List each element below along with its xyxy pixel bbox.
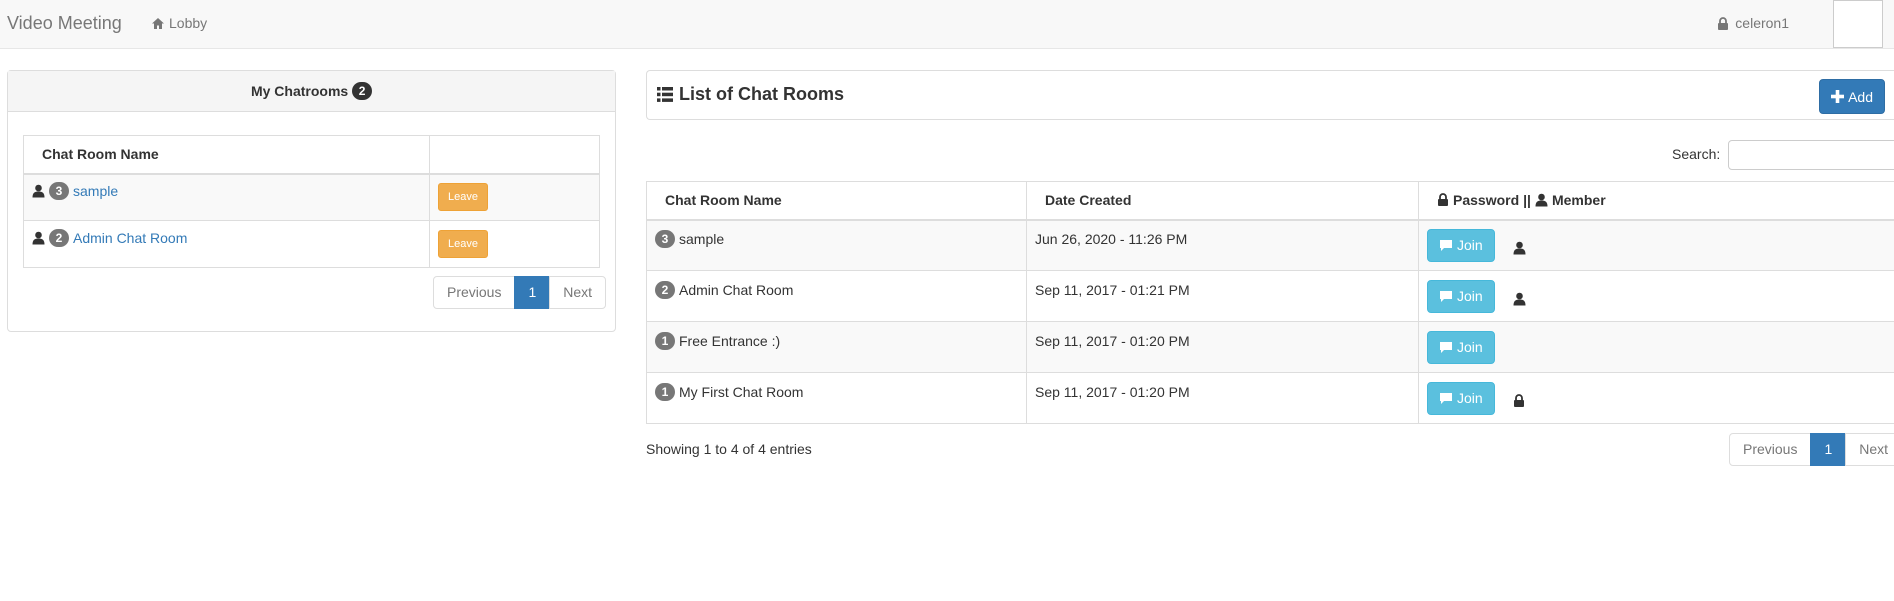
room-name: Admin Chat Room	[679, 282, 794, 298]
nav-user-link[interactable]: celeron1	[1717, 15, 1789, 31]
add-room-label: Add	[1848, 88, 1873, 105]
pagination-next[interactable]: Next	[549, 276, 607, 309]
lock-icon	[1717, 16, 1729, 30]
plus-icon	[1831, 90, 1845, 103]
lock-icon	[1437, 193, 1449, 206]
date-created: Sep 11, 2017 - 01:21 PM	[1035, 282, 1190, 298]
pagination-page-1[interactable]: 1	[1810, 433, 1847, 466]
table-row: 1 Free Entrance :) Sep 11, 2017 - 01:20 …	[646, 321, 1894, 373]
my-chatrooms-heading: My Chatrooms 2	[8, 71, 615, 112]
search-label: Search:	[1672, 146, 1721, 162]
list-icon	[657, 87, 673, 102]
date-created: Sep 11, 2017 - 01:20 PM	[1035, 384, 1190, 400]
member-count-badge: 1	[655, 332, 675, 350]
member-count-badge: 2	[49, 229, 69, 247]
chat-room-list-header: List of Chat Rooms Add	[646, 70, 1894, 120]
chat-room-list-title-text: List of Chat Rooms	[679, 84, 844, 104]
table-row: 2 Admin Chat Room Sep 11, 2017 - 01:21 P…	[646, 270, 1894, 322]
my-chatrooms-title: My Chatrooms	[250, 83, 349, 99]
comment-icon	[1439, 239, 1453, 252]
room-link[interactable]: sample	[73, 183, 118, 199]
user-icon	[1513, 292, 1526, 306]
table-info-text: Showing 1 to 4 of 4 entries	[646, 441, 812, 457]
pagination-previous[interactable]: Previous	[433, 276, 516, 309]
join-label: Join	[1457, 390, 1483, 406]
room-name: My First Chat Room	[679, 384, 804, 400]
pagination-next[interactable]: Next	[1845, 433, 1894, 466]
leave-button[interactable]: Leave	[438, 183, 488, 212]
date-created: Sep 11, 2017 - 01:20 PM	[1035, 333, 1190, 349]
member-count-badge: 3	[49, 182, 69, 201]
user-icon	[32, 231, 45, 245]
room-name: sample	[679, 231, 725, 248]
date-created: Jun 26, 2020 - 11:26 PM	[1035, 231, 1188, 248]
top-navbar: Video Meeting Lobby celeron1	[0, 0, 1894, 49]
pagination-previous[interactable]: Previous	[1729, 433, 1812, 466]
user-icon	[1513, 241, 1526, 255]
nav-lobby-label: Lobby	[169, 15, 208, 31]
search-input[interactable]	[1728, 140, 1894, 170]
pagination-page-1[interactable]: 1	[514, 276, 551, 309]
user-icon	[32, 184, 45, 198]
my-chatrooms-count-badge: 2	[352, 82, 373, 100]
room-link[interactable]: Admin Chat Room	[73, 230, 187, 246]
member-count-badge: 3	[655, 230, 675, 249]
column-label-member: Member	[1551, 191, 1606, 208]
table-row: 1 My First Chat Room Sep 11, 2017 - 01:2…	[646, 372, 1894, 424]
join-button[interactable]: Join	[1427, 228, 1495, 262]
column-label-password: Password	[1453, 191, 1520, 208]
lock-icon	[1513, 394, 1525, 408]
join-label: Join	[1457, 339, 1483, 355]
column-header-room-name[interactable]: Chat Room Name	[646, 181, 1027, 221]
nav-lobby-link[interactable]: Lobby	[151, 15, 207, 31]
avatar[interactable]	[1833, 0, 1883, 48]
my-chatrooms-pagination: Previous 1 Next	[433, 276, 607, 309]
chat-room-list-title: List of Chat Rooms	[657, 84, 844, 105]
join-label: Join	[1457, 237, 1483, 254]
user-icon	[1535, 193, 1548, 207]
rooms-pagination: Previous 1 Next	[1729, 433, 1894, 466]
join-button[interactable]: Join	[1427, 279, 1495, 313]
my-chatrooms-panel: My Chatrooms 2 Chat Room Name 3 sample L…	[7, 70, 616, 332]
nav-username: celeron1	[1735, 15, 1789, 31]
room-name: Free Entrance :)	[679, 333, 781, 349]
leave-button[interactable]: Leave	[438, 230, 488, 258]
comment-icon	[1439, 290, 1453, 303]
column-header-actions	[429, 135, 600, 175]
brand-link[interactable]: Video Meeting	[7, 13, 122, 34]
column-header-password-member[interactable]: Password || Member	[1418, 181, 1894, 221]
chat-rooms-table: Chat Room Name Date Created Password || …	[646, 181, 1894, 424]
comment-icon	[1439, 392, 1453, 405]
member-count-badge: 1	[655, 383, 675, 401]
table-row: 2 Admin Chat Room Leave	[23, 220, 600, 268]
member-count-badge: 2	[655, 281, 675, 299]
table-row: 3 sample Jun 26, 2020 - 11:26 PM Join	[646, 219, 1894, 271]
join-button[interactable]: Join	[1427, 381, 1495, 415]
table-row: 3 sample Leave	[23, 173, 600, 221]
column-label-separator: ||	[1523, 191, 1531, 208]
column-header-date-created[interactable]: Date Created	[1026, 181, 1419, 221]
column-header-room-name: Chat Room Name	[23, 135, 430, 175]
comment-icon	[1439, 341, 1453, 354]
add-room-button[interactable]: Add	[1819, 79, 1885, 114]
my-chatrooms-table: Chat Room Name 3 sample Leave 2 Admin Ch…	[23, 135, 600, 268]
home-icon	[151, 17, 165, 30]
join-button[interactable]: Join	[1427, 330, 1495, 364]
join-label: Join	[1457, 288, 1483, 304]
